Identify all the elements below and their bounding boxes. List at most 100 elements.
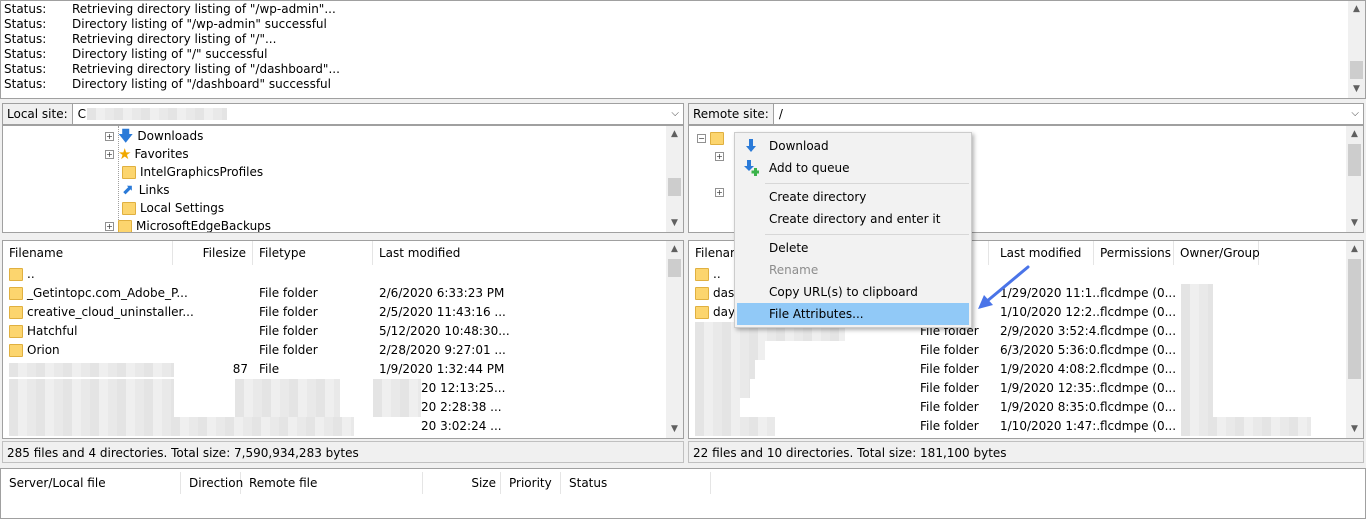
scroll-thumb[interactable] (1348, 259, 1361, 379)
expand-icon[interactable]: + (715, 187, 724, 197)
file-row[interactable]: File folder 1/9/2020 4:08:2... flcdmpe (0.… (689, 360, 1345, 379)
download-arrow-icon: 🡇 (118, 127, 134, 145)
remote-site-bar: Remote site: / ⌵ (688, 103, 1364, 125)
tree-item-favorites[interactable]: + ★ Favorites (105, 145, 189, 163)
scroll-down-icon[interactable]: ▼ (666, 421, 683, 438)
column-last-modified[interactable]: Last modified (373, 241, 673, 265)
tree-item[interactable]: + (715, 147, 728, 165)
link-arrow-icon: ⬈ (122, 182, 134, 198)
file-row[interactable]: _Getintopc.com_Adobe_P... File folder 2/6/… (3, 284, 665, 303)
folder-icon (122, 165, 136, 179)
column-server-local-file[interactable]: Server/Local file (1, 472, 181, 494)
chevron-down-icon[interactable]: ⌵ (671, 104, 679, 124)
menu-item-copy-url[interactable]: Copy URL(s) to clipboard (737, 281, 969, 303)
column-filetype[interactable]: Filetype (253, 241, 373, 265)
tree-item-microsoftedgebackups[interactable]: + MicrosoftEdgeBackups (105, 217, 271, 232)
file-row[interactable]: .. (3, 265, 665, 284)
scroll-down-icon[interactable]: ▼ (666, 215, 683, 232)
scroll-thumb[interactable] (1350, 61, 1363, 79)
tree-item[interactable]: + (715, 183, 728, 201)
tree-item-intelgraphicsprofiles[interactable]: IntelGraphicsProfiles (122, 163, 263, 181)
folder-icon (122, 201, 136, 215)
tree-item-downloads[interactable]: + 🡇 Downloads (105, 127, 203, 145)
scroll-up-icon[interactable]: ▲ (1346, 241, 1363, 258)
context-menu: Download Add to queue Create directory C… (734, 132, 972, 328)
scroll-thumb[interactable] (668, 259, 681, 277)
column-status[interactable]: Status (561, 472, 711, 494)
column-size[interactable]: Size (423, 472, 501, 494)
menu-item-delete[interactable]: Delete (737, 237, 969, 259)
menu-item-create-directory[interactable]: Create directory (737, 186, 969, 208)
column-direction[interactable]: Direction (181, 472, 243, 494)
scroll-down-icon[interactable]: ▼ (1346, 215, 1363, 232)
log-line: Status: Directory listing of "/wp-admin" … (4, 17, 327, 31)
file-row[interactable]: creative_cloud_uninstaller... File folder… (3, 303, 665, 322)
collapse-icon[interactable]: − (697, 133, 706, 143)
menu-item-rename: Rename (769, 263, 819, 277)
menu-separator (765, 234, 969, 235)
menu-separator (765, 183, 969, 184)
file-row[interactable]: File folder 1/9/2020 12:35:... flcdmpe (0.… (689, 379, 1345, 398)
log-line: Status: Directory listing of "/" successf… (4, 47, 268, 61)
expand-icon[interactable]: + (105, 131, 114, 141)
column-owner-group[interactable]: Owner/Group (1174, 241, 1260, 265)
scroll-thumb[interactable] (1348, 144, 1361, 176)
file-row[interactable]: File folder 6/3/2020 5:36:0... flcdmpe (0.… (689, 341, 1345, 360)
file-row[interactable]: Orion File folder 2/28/2020 9:27:01 ... (3, 341, 665, 360)
tree-item-links[interactable]: ⬈ Links (122, 181, 170, 199)
scroll-thumb[interactable] (668, 178, 681, 196)
log-line: Status: Retrieving directory listing of "… (4, 62, 340, 76)
log-line: Status: Directory listing of "/dashboard"… (4, 77, 331, 91)
tree-item-root[interactable]: − (697, 129, 728, 147)
column-remote-file[interactable]: Remote file (241, 472, 423, 494)
tree-item-local-settings[interactable]: Local Settings (122, 199, 224, 217)
remote-site-label: Remote site: (688, 103, 774, 125)
local-tree-scrollbar[interactable]: ▲ ▼ (666, 126, 683, 232)
column-filesize[interactable]: Filesize (173, 241, 253, 265)
folder-icon (695, 306, 709, 319)
menu-item-file-attributes[interactable]: File Attributes... (737, 303, 969, 325)
expand-icon[interactable]: + (105, 149, 114, 159)
file-row[interactable]: File folder 1/9/2020 8:35:0... flcdmpe (0.… (689, 398, 1345, 417)
file-row[interactable]: 87 File 1/9/2020 1:32:44 PM (3, 360, 665, 379)
menu-item-create-directory-enter[interactable]: Create directory and enter it (737, 208, 969, 230)
folder-icon (9, 268, 23, 281)
scroll-up-icon[interactable]: ▲ (1346, 126, 1363, 143)
local-status-bar: 285 files and 4 directories. Total size:… (2, 441, 684, 463)
message-log: Status: Retrieving directory listing of "… (0, 0, 1366, 99)
scroll-up-icon[interactable]: ▲ (666, 126, 683, 143)
local-site-label: Local site: (2, 103, 73, 125)
scroll-up-icon[interactable]: ▲ (666, 241, 683, 258)
file-row[interactable]: Hatchful File folder 5/12/2020 10:48:30... (3, 322, 665, 341)
star-icon: ★ (118, 145, 132, 163)
local-path-text: C (77, 107, 87, 121)
remote-site-combo[interactable]: / ⌵ (773, 103, 1364, 125)
folder-icon (9, 287, 23, 300)
menu-item-add-to-queue[interactable]: Add to queue (737, 157, 969, 179)
folder-icon (9, 306, 23, 319)
chevron-down-icon[interactable]: ⌵ (1351, 104, 1359, 124)
file-row[interactable]: 20 3:02:24 ... (3, 417, 665, 436)
log-scrollbar[interactable]: ▲ ▼ (1348, 1, 1365, 98)
transfer-queue: Server/Local file Direction Remote file … (0, 468, 1366, 519)
scroll-down-icon[interactable]: ▼ (1346, 421, 1363, 438)
annotation-arrow-icon (978, 265, 1030, 309)
file-row[interactable]: 20 12:13:25... (3, 379, 665, 398)
expand-icon[interactable]: + (715, 151, 724, 161)
local-directory-tree: + 🡇 Downloads + ★ Favorites IntelGraphicsPro… (2, 125, 684, 233)
menu-item-download[interactable]: Download (737, 135, 969, 157)
folder-icon (695, 268, 709, 281)
add-to-queue-icon (744, 160, 759, 176)
scroll-up-icon[interactable]: ▲ (1348, 1, 1365, 18)
local-list-scrollbar[interactable]: ▲ ▼ (666, 241, 683, 438)
file-row[interactable]: 20 2:28:38 ... (3, 398, 665, 417)
local-site-combo[interactable]: C ⌵ (72, 103, 684, 125)
scroll-down-icon[interactable]: ▼ (1348, 81, 1365, 98)
file-row[interactable]: File folder 1/10/2020 1:47:... flcdmpe (0.… (689, 417, 1345, 436)
expand-icon[interactable]: + (105, 221, 114, 231)
column-priority[interactable]: Priority (501, 472, 561, 494)
remote-tree-scrollbar[interactable]: ▲ ▼ (1346, 126, 1363, 232)
log-line: Status: Retrieving directory listing of "… (4, 2, 336, 16)
remote-list-scrollbar[interactable]: ▲ ▼ (1346, 241, 1363, 438)
column-permissions[interactable]: Permissions (1094, 241, 1174, 265)
